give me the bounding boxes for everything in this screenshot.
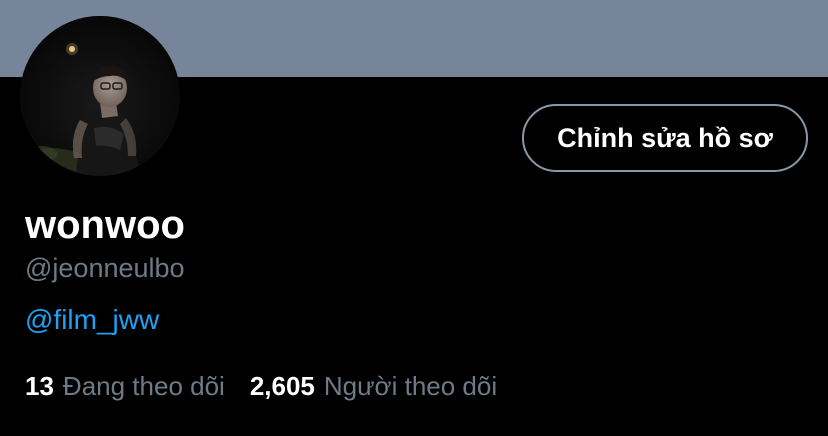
profile-avatar[interactable] (20, 16, 180, 176)
following-stat[interactable]: 13 Đang theo dõi (25, 371, 225, 402)
followers-label: Người theo dõi (323, 370, 498, 401)
edit-profile-button[interactable]: Chỉnh sửa hồ sơ (522, 104, 808, 172)
bio-mention-link[interactable]: @film_jww (25, 303, 159, 337)
following-label: Đang theo dõi (62, 370, 225, 401)
avatar-photo (20, 16, 180, 176)
followers-count: 2,605 (249, 370, 315, 401)
follow-stats: 13 Đang theo dõi 2,605 Người theo dõi (25, 368, 497, 404)
username-handle: @jeonneulbo (25, 253, 185, 283)
followers-stat[interactable]: 2,605 Người theo dõi (250, 371, 497, 402)
display-name: wonwoo (25, 203, 185, 247)
following-count: 13 (25, 370, 54, 401)
